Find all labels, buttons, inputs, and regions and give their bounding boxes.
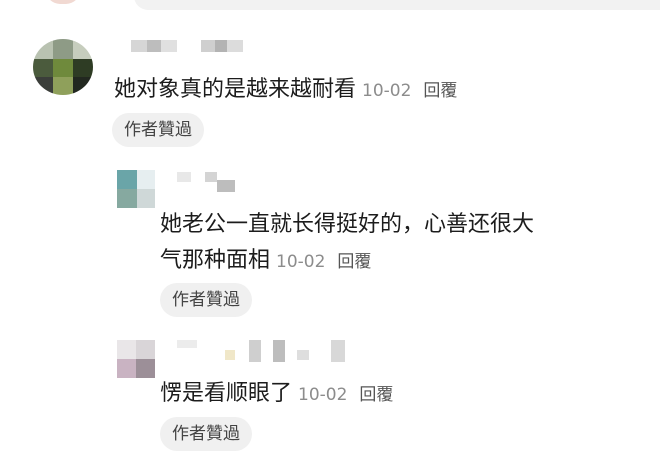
- author-liked-badge: 作者贊過: [160, 417, 252, 451]
- avatar[interactable]: [117, 170, 155, 208]
- username-blurred[interactable]: [131, 40, 251, 52]
- previous-comment-box-fragment: [134, 0, 660, 10]
- comment-text-content: 愣是看顺眼了: [160, 381, 293, 406]
- avatar[interactable]: [33, 39, 93, 95]
- comment-text-content-continued: 气那种面相: [160, 248, 271, 273]
- comment-text-content: 她对象真的是越来越耐看: [114, 77, 357, 102]
- comment-date: 10-02: [276, 252, 326, 272]
- reply-button[interactable]: 回覆: [337, 252, 371, 272]
- reply-button[interactable]: 回覆: [423, 81, 457, 101]
- comment-text: 愣是看顺眼了 10-02 回覆: [160, 374, 393, 415]
- author-liked-badge: 作者贊過: [160, 283, 252, 317]
- comment-text-line-2: 气那种面相 10-02 回覆: [160, 241, 371, 282]
- comment-date: 10-02: [362, 81, 412, 101]
- comment-text-content: 她老公一直就长得挺好的，心善还很大: [160, 212, 535, 237]
- comment-text-line-1: 她老公一直就长得挺好的，心善还很大: [160, 205, 534, 245]
- reply-button[interactable]: 回覆: [359, 385, 393, 405]
- previous-avatar-fragment: [46, 0, 80, 4]
- comment-text: 她对象真的是越来越耐看 10-02 回覆: [114, 70, 457, 111]
- comment-date: 10-02: [298, 385, 348, 405]
- username-blurred[interactable]: [177, 340, 347, 364]
- author-liked-badge: 作者贊過: [112, 113, 204, 147]
- username-blurred[interactable]: [177, 172, 247, 194]
- avatar[interactable]: [117, 340, 155, 378]
